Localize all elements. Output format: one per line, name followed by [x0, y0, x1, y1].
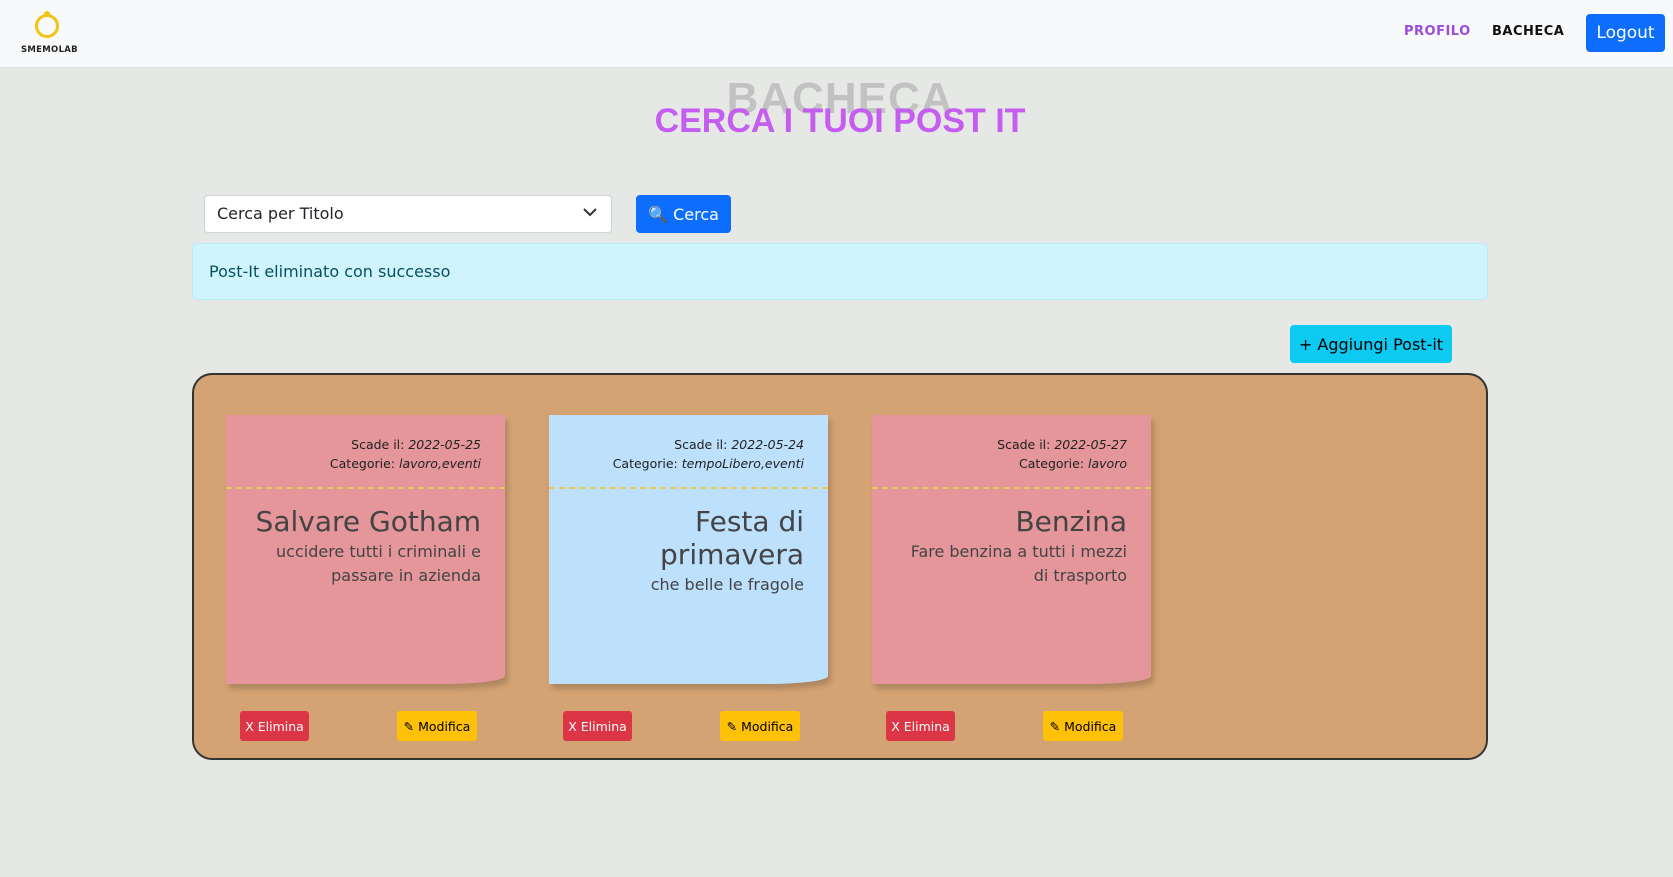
delete-button[interactable]: X Elimina — [563, 711, 632, 741]
edit-button[interactable]: ✎ Modifica — [397, 711, 477, 741]
search-button[interactable]: 🔍 Cerca — [636, 195, 731, 233]
alert-message: Post-It eliminato con successo — [209, 262, 451, 281]
categories-value: lavoro — [1088, 456, 1127, 471]
logout-button[interactable]: Logout — [1586, 14, 1665, 52]
search-type-select[interactable]: Cerca per Titolo — [204, 195, 612, 233]
delete-button[interactable]: X Elimina — [240, 711, 309, 741]
page-title: CERCA I TUOI POST IT — [654, 102, 1026, 140]
brand-logo[interactable]: SMEMOLAB — [20, 11, 78, 57]
search-type-value: Cerca per Titolo — [217, 204, 344, 223]
postit-meta: Scade il: 2022-05-24 Categorie: tempoLib… — [549, 415, 828, 489]
delete-button[interactable]: X Elimina — [886, 711, 955, 741]
postit-description: Fare benzina a tutti i mezzi di trasport… — [910, 542, 1127, 585]
postit-card: Scade il: 2022-05-25 Categorie: lavoro,e… — [226, 415, 505, 684]
due-label: Scade il: — [997, 437, 1055, 452]
edit-button[interactable]: ✎ Modifica — [720, 711, 800, 741]
postit-description: uccidere tutti i criminali e passare in … — [276, 542, 481, 585]
postit-title: Festa di primavera — [660, 505, 804, 571]
due-label: Scade il: — [674, 437, 732, 452]
categories-label: Categorie: — [329, 456, 399, 471]
categories-value: tempoLibero,eventi — [681, 456, 804, 471]
due-date: 2022-05-25 — [408, 437, 481, 452]
success-alert: Post-It eliminato con successo — [192, 243, 1488, 300]
nav-link-bacheca[interactable]: BACHECA — [1492, 24, 1564, 39]
categories-label: Categorie: — [1018, 456, 1089, 471]
add-postit-button[interactable]: + Aggiungi Post-it — [1290, 325, 1452, 363]
postit-meta: Scade il: 2022-05-27 Categorie: lavoro — [872, 415, 1151, 489]
navbar: SMEMOLAB PROFILO BACHECA Logout — [0, 0, 1673, 68]
postit-card: Scade il: 2022-05-24 Categorie: tempoLib… — [549, 415, 828, 684]
due-date: 2022-05-27 — [1054, 437, 1127, 452]
brand-name: SMEMOLAB — [21, 45, 78, 55]
postit-title: Salvare Gotham — [255, 505, 481, 538]
postit-board: Scade il: 2022-05-25 Categorie: lavoro,e… — [192, 373, 1488, 760]
due-date: 2022-05-24 — [731, 437, 804, 452]
logo-ring-icon — [35, 11, 59, 38]
categories-label: Categorie: — [612, 456, 682, 471]
postit-card: Scade il: 2022-05-27 Categorie: lavoro B… — [872, 415, 1151, 684]
due-label: Scade il: — [351, 437, 409, 452]
postit-title: Benzina — [1015, 505, 1127, 538]
postit-meta: Scade il: 2022-05-25 Categorie: lavoro,e… — [226, 415, 505, 489]
nav-link-profilo[interactable]: PROFILO — [1404, 24, 1471, 39]
chevron-down-icon — [583, 205, 597, 221]
edit-button[interactable]: ✎ Modifica — [1043, 711, 1123, 741]
categories-value: lavoro,eventi — [398, 456, 481, 471]
postit-description: che belle le fragole — [650, 575, 804, 594]
